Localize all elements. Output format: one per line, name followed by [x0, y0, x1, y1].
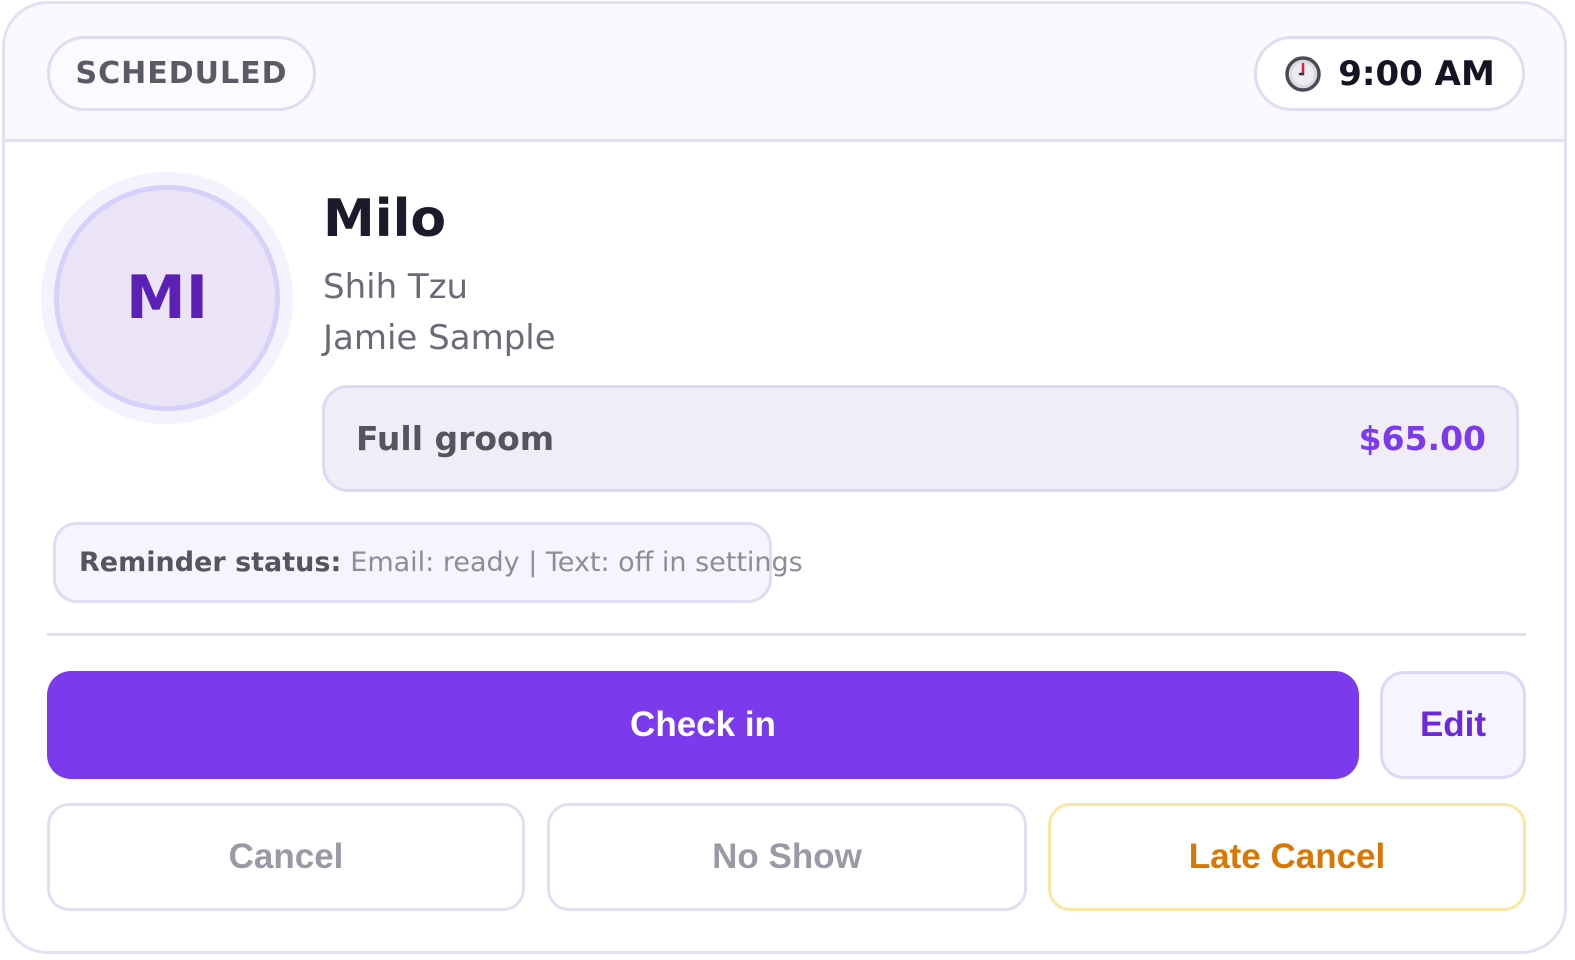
service-price: $65.00 — [1358, 419, 1486, 458]
edit-button[interactable]: Edit — [1380, 671, 1526, 779]
late-cancel-button[interactable]: Late Cancel — [1048, 803, 1526, 911]
time-label: 9:00 AM — [1338, 53, 1495, 94]
reminder-status-label: Reminder status: — [79, 547, 342, 578]
divider — [47, 633, 1526, 636]
no-show-button[interactable]: No Show — [547, 803, 1027, 911]
avatar: MI — [54, 185, 280, 411]
service-summary: Full groom $65.00 — [322, 385, 1519, 492]
pet-name: Milo — [323, 189, 447, 249]
cancel-button[interactable]: Cancel — [47, 803, 525, 911]
service-name: Full groom — [356, 419, 555, 458]
owner-name: Jamie Sample — [323, 318, 556, 358]
appointment-card: SCHEDULED 9:00 AM MI Milo Shih Tzu Jamie… — [2, 1, 1567, 954]
reminder-status: Reminder status: Email: ready | Text: of… — [53, 522, 803, 603]
clock-icon — [1284, 55, 1322, 93]
check-in-button[interactable]: Check in — [47, 671, 1359, 779]
reminder-status-value: Email: ready | Text: off in settings — [350, 547, 803, 578]
card-header: SCHEDULED 9:00 AM — [5, 4, 1564, 142]
status-badge: SCHEDULED — [47, 36, 316, 111]
pet-breed: Shih Tzu — [323, 267, 469, 307]
appointment-time: 9:00 AM — [1254, 36, 1525, 111]
